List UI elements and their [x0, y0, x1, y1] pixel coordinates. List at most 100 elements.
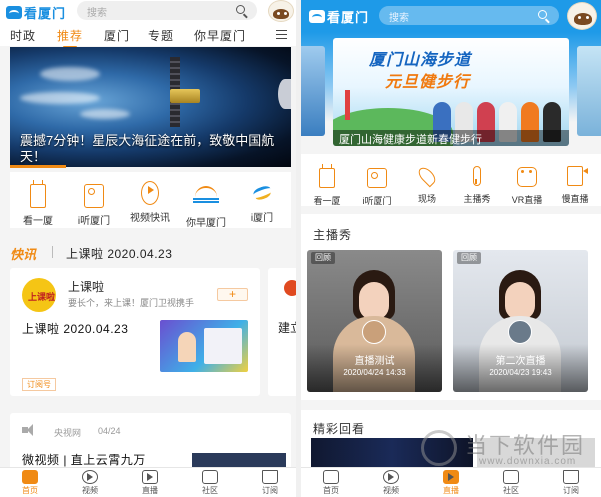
quick-entry-onsite[interactable]: 现场 — [405, 162, 449, 205]
quick-entry-video-news[interactable]: 视频快讯 — [122, 178, 178, 224]
satellite-dish — [278, 79, 291, 109]
tab-politics[interactable]: 时政 — [10, 27, 36, 44]
account-description: 要长个，来上课！厦门卫视携手 — [68, 298, 195, 308]
follow-label: + — [229, 287, 237, 301]
search-icon — [538, 10, 547, 19]
banner-caption-bar: 厦门山海健康步道新春健步行 — [333, 130, 569, 146]
avatar-eye — [284, 12, 287, 15]
logo-text: 看厦门 — [24, 5, 67, 21]
quick-entry-listen[interactable]: i听厦门 — [66, 178, 122, 227]
tab-topics[interactable]: 专题 — [148, 27, 174, 44]
quick-entry-listen[interactable]: i听厦门 — [355, 162, 399, 207]
flash-news-bar[interactable]: 快讯 上课啦 2020.04.23 — [10, 242, 291, 262]
card-thumbnail[interactable] — [160, 320, 248, 372]
quick-entry-label: i厦门 — [250, 213, 274, 224]
tab-subscribe[interactable]: 订阅 — [252, 470, 288, 496]
site-watermark: 当下软件园 www.downxia.com — [421, 426, 601, 470]
replay-badge: 回顾 — [311, 252, 335, 264]
tab-label: 视频 — [383, 486, 399, 495]
quick-entry-ixiamen[interactable]: i厦门 — [234, 178, 290, 224]
hero-title: 震撼7分钟！星辰大海征途在前，致敬中国航天！ — [20, 133, 275, 164]
top-bar: 看厦门 搜索 — [301, 0, 601, 32]
account-logo-text: 上课啦 — [28, 292, 56, 302]
news-source: 央视网 — [54, 428, 82, 438]
banner-caption: 厦门山海健康步道新春健步行 — [339, 134, 482, 146]
tab-home[interactable]: 首页 — [313, 470, 349, 496]
tab-video[interactable]: 视频 — [373, 470, 409, 496]
tab-community[interactable]: 社区 — [493, 470, 529, 496]
tab-subscribe[interactable]: 订阅 — [553, 470, 589, 496]
microphone-icon — [473, 166, 481, 186]
user-avatar[interactable] — [567, 2, 597, 30]
host-face — [359, 282, 389, 320]
banner-next-peek[interactable] — [577, 46, 601, 136]
live-icon — [142, 470, 158, 484]
live-banner[interactable]: 厦门山海步道 元旦健步行 厦门山海健康步道新春健步行 — [333, 38, 569, 146]
camera-icon — [567, 166, 588, 186]
tab-label: 直播 — [443, 486, 459, 495]
search-placeholder: 搜索 — [389, 13, 409, 24]
logo-icon — [6, 5, 22, 19]
tab-video[interactable]: 视频 — [72, 470, 108, 496]
quick-entry-label: i听厦门 — [77, 216, 111, 227]
location-pin-icon — [415, 164, 439, 188]
news-card[interactable]: 央视网 04/24 微视频 | 直上云霄九万 — [10, 413, 291, 473]
app-logo[interactable]: 看厦门 — [309, 8, 369, 25]
host-avatar — [362, 320, 386, 344]
follow-button[interactable]: + — [217, 287, 248, 301]
quick-entry-slow-live[interactable]: 慢直播 — [553, 162, 597, 205]
tab-morning-xiamen[interactable]: 你早厦门 — [194, 27, 246, 44]
live-screen: 看厦门 搜索 厦门山海步道 元旦健步行 厦门山海健康步道新春健步行 看一厦 i听… — [301, 0, 601, 497]
search-input[interactable]: 搜索 — [379, 6, 559, 25]
quick-entry-label: 视频快讯 — [130, 213, 170, 224]
quick-entry-morning[interactable]: 你早厦门 — [178, 178, 234, 229]
quick-entry-label: 现场 — [417, 194, 436, 204]
banner-prev-peek[interactable] — [301, 46, 325, 136]
tv-icon — [30, 184, 46, 208]
live-time: 2020/04/24 14:33 — [343, 368, 406, 377]
banner-tower — [345, 90, 350, 120]
tv-icon — [319, 168, 335, 188]
search-icon — [236, 5, 245, 14]
sunrise-icon — [193, 186, 219, 210]
quick-entry-label: 看一厦 — [313, 196, 341, 206]
home-screen: 看厦门 搜索 时政 推荐 厦门 专题 你早厦门 震撼7分钟！星辰大海征途在前，致… — [0, 0, 296, 497]
subscription-tag: 订阅号 — [22, 378, 56, 391]
quick-entry-watch[interactable]: 看一厦 — [10, 178, 66, 227]
chat-icon — [503, 470, 519, 484]
tab-live[interactable]: 直播 — [132, 470, 168, 496]
search-placeholder: 搜索 — [87, 8, 107, 19]
category-tabs: 时政 推荐 厦门 专题 你早厦门 — [0, 24, 296, 48]
swirl-logo-icon — [251, 181, 273, 205]
tab-community[interactable]: 社区 — [192, 470, 228, 496]
tab-xiamen[interactable]: 厦门 — [104, 27, 130, 44]
tab-live[interactable]: 直播 — [433, 470, 469, 496]
live-card[interactable]: 回顾 第二次直播 2020/04/23 19:43 — [453, 250, 588, 392]
menu-icon[interactable] — [276, 30, 287, 39]
banner-subheadline: 元旦健步行 — [385, 74, 471, 91]
search-input[interactable]: 搜索 — [77, 1, 257, 20]
quick-entry-vr-live[interactable]: VR直播 — [505, 162, 549, 206]
live-icon — [443, 470, 459, 484]
top-bar: 看厦门 搜索 — [0, 0, 296, 24]
subscription-card[interactable]: 上课啦 上课啦 要长个，来上课！厦门卫视携手 + 上课啦 2020.04.23 … — [10, 268, 260, 396]
tab-label: 首页 — [323, 486, 339, 495]
live-card[interactable]: 回顾 直播测试 2020/04/24 14:33 — [307, 250, 442, 392]
quick-entry-row: 看一厦 i听厦门 视频快讯 你早厦门 i厦门 — [10, 172, 291, 229]
quick-entry-label: VR直播 — [511, 195, 543, 205]
card-title: 上课啦 2020.04.23 — [22, 322, 129, 336]
video-icon — [383, 470, 399, 484]
quick-entry-anchor-show[interactable]: 主播秀 — [455, 162, 499, 205]
divider — [52, 246, 53, 258]
subscription-card-next[interactable]: 建立统污 — [268, 268, 296, 396]
quick-entry-watch[interactable]: 看一厦 — [305, 162, 349, 207]
live-title: 直播测试 — [354, 356, 395, 367]
tab-recommended[interactable]: 推荐 — [57, 27, 83, 48]
tab-home[interactable]: 首页 — [12, 470, 48, 496]
section-title: 精彩回看 — [313, 422, 366, 436]
tab-label: 视频 — [82, 486, 98, 495]
user-avatar[interactable] — [268, 0, 294, 22]
app-logo[interactable]: 看厦门 — [6, 4, 67, 21]
avatar-eye — [277, 12, 280, 15]
hero-banner[interactable]: 震撼7分钟！星辰大海征途在前，致敬中国航天！ — [10, 47, 291, 167]
